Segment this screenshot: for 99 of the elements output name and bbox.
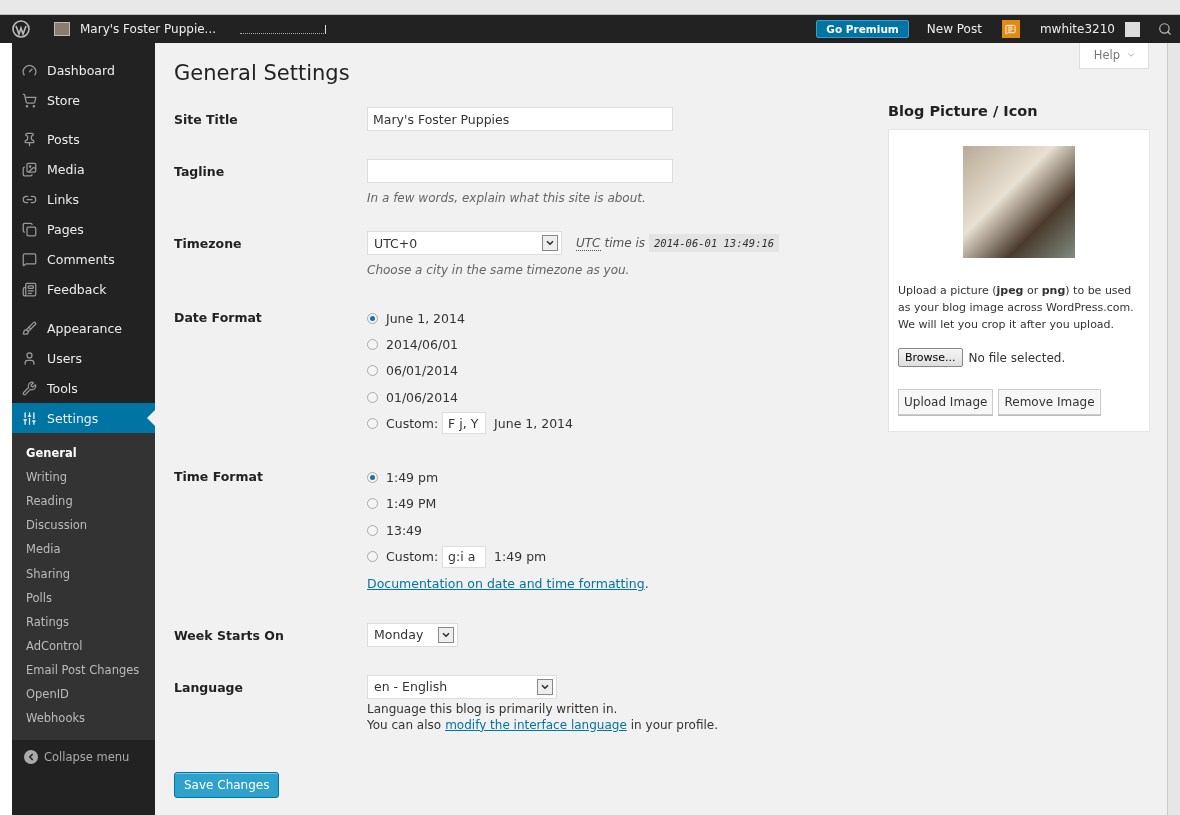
- radio-button[interactable]: [367, 524, 378, 536]
- field-description: In a few words, explain what this site is about.: [367, 191, 647, 205]
- custom-format-field[interactable]: F j, Y: [442, 412, 487, 435]
- sidebar-item[interactable]: Posts: [12, 124, 155, 154]
- menu-icon: [22, 62, 37, 78]
- submenu-item[interactable]: Ratings: [12, 609, 155, 634]
- documentation-link[interactable]: Documentation on date and time formatting: [367, 575, 645, 591]
- sidebar-item[interactable]: Media: [12, 154, 155, 184]
- sidebar-item[interactable]: Settings: [12, 403, 155, 433]
- note-text: You can also: [367, 717, 442, 732]
- sidebar-item[interactable]: Dashboard: [12, 55, 155, 85]
- interface-language-link[interactable]: modify the interface language: [445, 717, 627, 732]
- punctuation-text: .: [644, 575, 649, 591]
- go-premium-button[interactable]: Go Premium: [816, 20, 909, 38]
- field-label: Tagline: [174, 163, 226, 181]
- field-description: Choose a city in the same timezone as you.: [367, 263, 631, 277]
- option-label: 1:49 PM: [386, 496, 437, 512]
- sidebar-item[interactable]: Tools: [12, 373, 155, 403]
- scroll-bar[interactable]: [1167, 43, 1180, 815]
- field-label: Site Title: [174, 111, 239, 129]
- radio-button[interactable]: [367, 498, 378, 510]
- help-tab[interactable]: Help: [1078, 43, 1149, 69]
- site-name-link[interactable]: Mary's Foster Puppie...: [80, 22, 217, 36]
- submenu-item[interactable]: AdControl: [12, 633, 155, 658]
- search-icon[interactable]: [1158, 22, 1172, 36]
- field-label: Timezone: [174, 235, 243, 253]
- tagline-field[interactable]: [367, 159, 673, 183]
- week-start-select[interactable]: Monday: [367, 622, 458, 647]
- radio-button[interactable]: [367, 312, 378, 324]
- option-label: 13:49: [386, 522, 423, 538]
- field-label: Date Format: [174, 309, 263, 327]
- field-label: Time Format: [174, 468, 264, 487]
- radio-button[interactable]: [367, 417, 378, 429]
- notifications-icon[interactable]: [1001, 20, 1020, 38]
- radio-button[interactable]: [367, 365, 378, 377]
- page-title: General Settings: [174, 61, 351, 85]
- menu-icon: [22, 131, 37, 147]
- submenu-item[interactable]: OpenID: [12, 681, 155, 707]
- menu-icon: [22, 410, 37, 426]
- submenu-item[interactable]: Polls: [12, 585, 155, 610]
- option-label: 1:49 pm: [386, 470, 439, 486]
- sidebar-item[interactable]: Users: [12, 343, 155, 373]
- submenu-item[interactable]: Writing: [12, 465, 155, 490]
- menu-icon: [22, 281, 37, 297]
- custom-format-field[interactable]: g:i a: [442, 545, 487, 568]
- upload-image-button[interactable]: Upload Image: [898, 389, 994, 415]
- section-title: Blog Picture / Icon: [888, 103, 1039, 119]
- note-text: in your profile.: [630, 717, 719, 732]
- sidebar-item[interactable]: Appearance: [12, 313, 155, 343]
- format-preview: 1:49 pm: [494, 549, 547, 564]
- option-label: Custom:: [386, 549, 439, 564]
- field-label: Language: [174, 678, 244, 697]
- radio-button[interactable]: [367, 391, 378, 403]
- field-label: Week Starts On: [174, 626, 285, 645]
- username-link[interactable]: mwhite3210: [1039, 22, 1115, 36]
- menu-icon: [22, 380, 37, 396]
- option-label: Custom:: [386, 415, 439, 431]
- submenu-item[interactable]: Sharing: [12, 561, 155, 586]
- file-status-text: No file selected.: [968, 350, 1066, 365]
- remove-image-button[interactable]: Remove Image: [998, 389, 1101, 415]
- browse-button[interactable]: Browse...: [898, 348, 963, 367]
- submenu-item[interactable]: Reading: [12, 489, 155, 514]
- menu-icon: [22, 161, 37, 177]
- utc-time-text: UTC time is 2014-06-01 13:49:16: [576, 234, 780, 252]
- submenu-item[interactable]: General: [12, 441, 155, 466]
- new-post-link[interactable]: New Post: [926, 22, 982, 36]
- format-preview: June 1, 2014: [494, 415, 573, 431]
- option-label: 2014/06/01: [386, 336, 459, 352]
- menu-icon: [22, 221, 37, 237]
- menu-icon: [22, 251, 37, 267]
- submenu-item[interactable]: Media: [12, 537, 155, 562]
- submenu-item[interactable]: Discussion: [12, 513, 155, 538]
- submenu-item[interactable]: Webhooks: [12, 706, 155, 731]
- submenu-item[interactable]: Email Post Changes: [12, 657, 155, 682]
- sidebar-item[interactable]: Comments: [12, 244, 155, 274]
- sidebar-item[interactable]: Links: [12, 184, 155, 214]
- collapse-menu-button[interactable]: Collapse menu: [12, 740, 155, 775]
- option-label: 01/06/2014: [386, 389, 459, 405]
- radio-button[interactable]: [367, 551, 378, 562]
- menu-icon: [22, 92, 37, 108]
- site-title-field[interactable]: Mary's Foster Puppies: [367, 107, 673, 131]
- site-thumbnail-icon: [54, 22, 70, 36]
- caret-icon: [1126, 50, 1136, 60]
- sidebar-item[interactable]: Store: [12, 85, 155, 115]
- avatar-icon[interactable]: [1125, 21, 1140, 37]
- sidebar-item[interactable]: Pages: [12, 214, 155, 244]
- option-label: June 1, 2014: [386, 310, 465, 326]
- menu-icon: [22, 350, 37, 366]
- field-description: Language this blog is primarily written in.: [367, 701, 619, 716]
- radio-button[interactable]: [367, 338, 378, 350]
- option-label: 06/01/2014: [386, 363, 459, 379]
- radio-button[interactable]: [367, 472, 378, 484]
- sidebar-item[interactable]: Feedback: [12, 274, 155, 304]
- logo-icon[interactable]: [12, 20, 30, 38]
- timezone-select[interactable]: UTC+0: [367, 231, 562, 255]
- upload-description: Upload a picture (jpeg or png) to be used as your blog image across WordPress.com. We will let you crop it after you upload.: [898, 283, 1135, 333]
- language-select[interactable]: en - English: [367, 674, 557, 699]
- address-field[interactable]: [240, 24, 327, 34]
- menu-icon: [22, 320, 37, 336]
